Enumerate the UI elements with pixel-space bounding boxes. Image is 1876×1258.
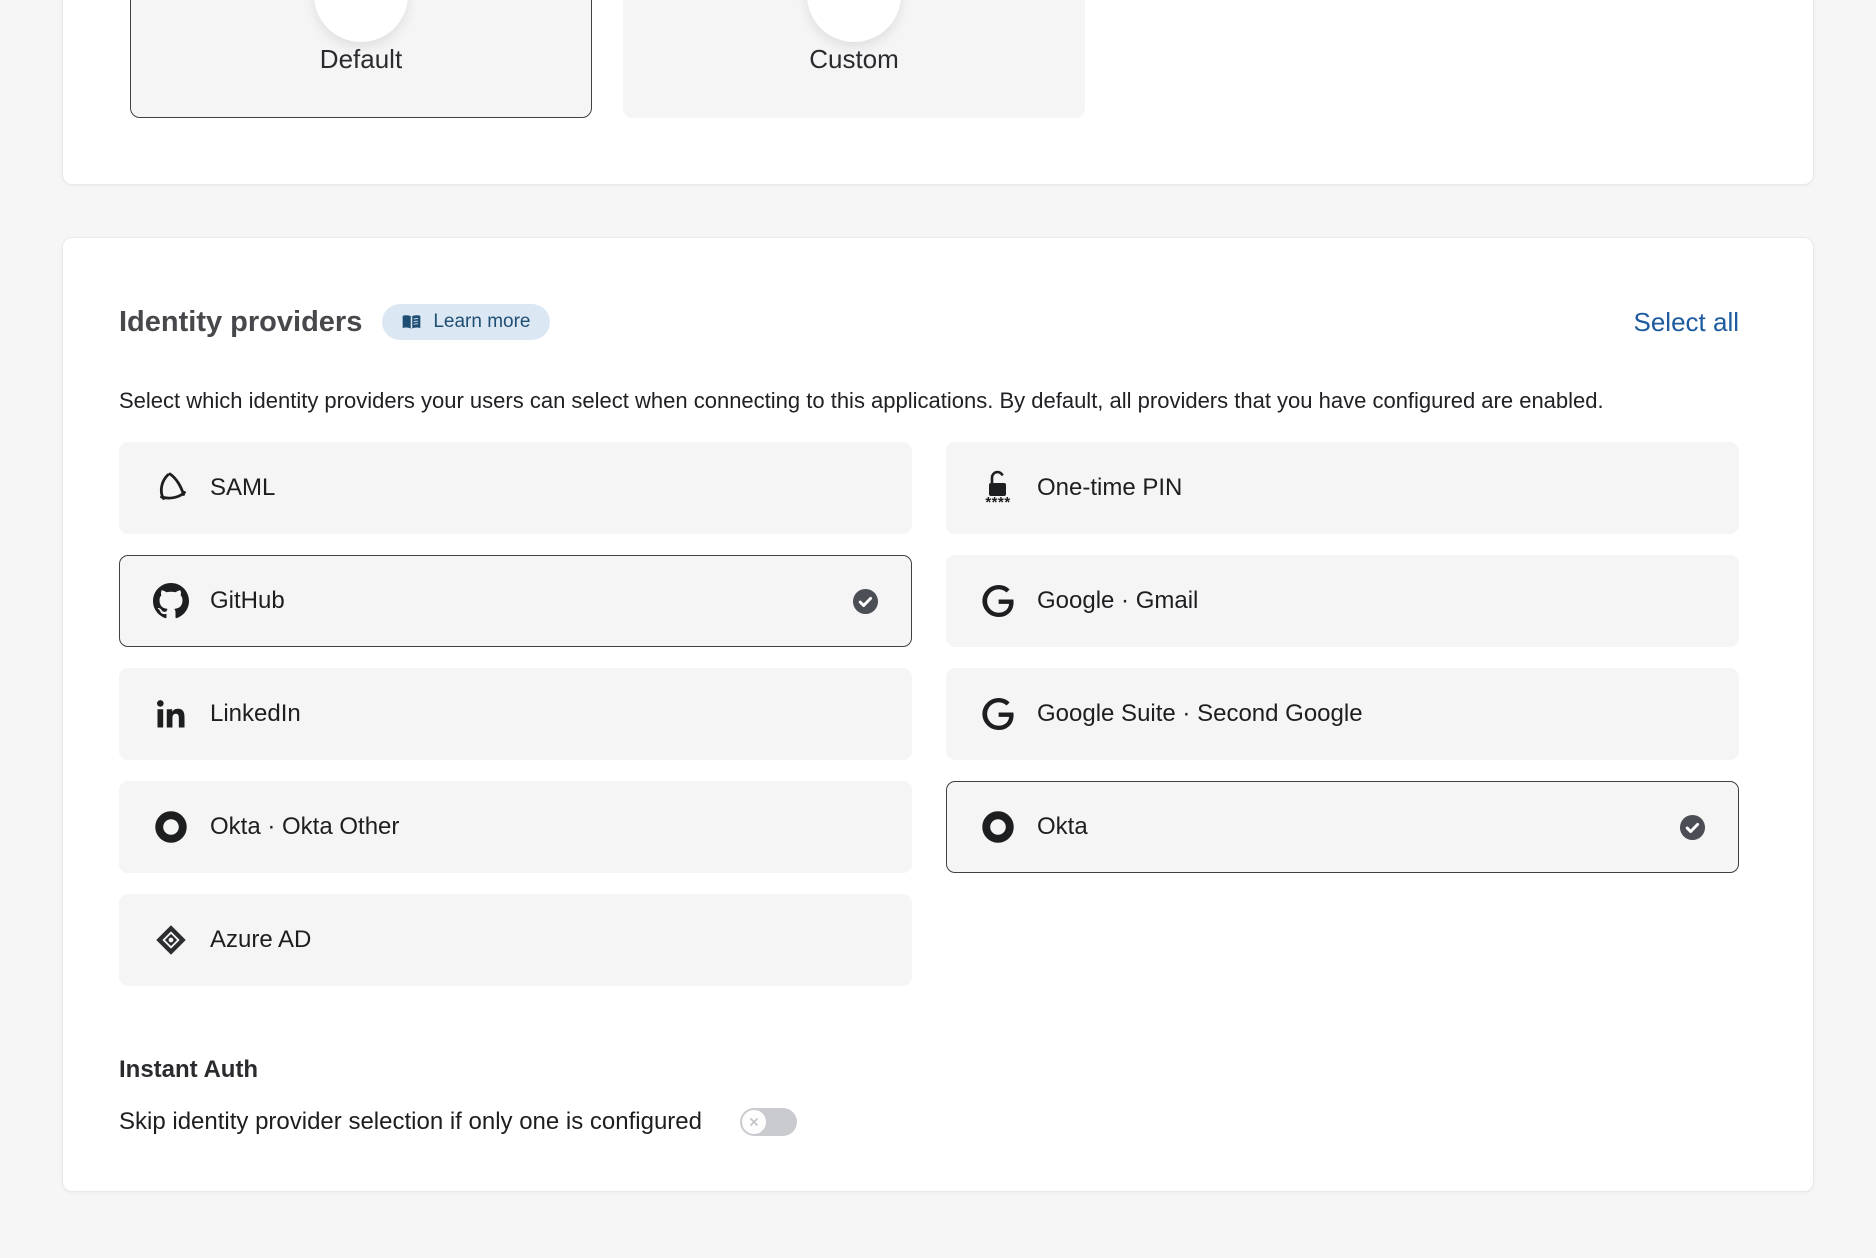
provider-label: GitHub [210,587,285,615]
providers-grid: SAML **** One-time PIN GitHub Google · G… [119,442,1739,986]
toggle-knob [742,1110,766,1134]
book-icon [401,312,422,333]
type-card-label: Default [320,44,402,75]
provider-label: One-time PIN [1037,474,1182,502]
toggle-x-icon [748,1116,760,1128]
provider-card-saml[interactable]: SAML [119,442,912,534]
provider-label: LinkedIn [210,700,301,728]
provider-label: SAML [210,474,275,502]
provider-card-one-time-pin[interactable]: **** One-time PIN [946,442,1739,534]
identity-providers-header: Identity providers Learn more Select all [119,302,1739,342]
instant-auth-toggle[interactable] [740,1108,797,1136]
okta-icon [979,810,1017,844]
linkedin-icon [152,698,190,730]
app-type-panel: Default Custom [62,0,1814,185]
svg-text:****: **** [985,494,1010,508]
section-title: Identity providers [119,302,362,342]
type-illustration-circle [807,0,901,42]
provider-card-github[interactable]: GitHub [119,555,912,647]
instant-auth-row: Skip identity provider selection if only… [119,1108,1739,1136]
provider-card-google-suite-second-google[interactable]: Google Suite · Second Google [946,668,1739,760]
instant-auth-title: Instant Auth [119,1056,1739,1084]
provider-card-okta[interactable]: Okta [946,781,1739,873]
provider-card-linkedin[interactable]: LinkedIn [119,668,912,760]
providers-description: Select which identity providers your use… [119,388,1739,414]
provider-label: Google Suite · Second Google [1037,700,1363,728]
instant-auth-label: Skip identity provider selection if only… [119,1108,702,1136]
learn-more-label: Learn more [433,311,530,333]
type-card-label: Custom [809,44,899,75]
app-type-card-default[interactable]: Default [130,0,592,118]
one-time-pin-icon: **** [979,468,1017,508]
selected-check-icon [1679,814,1706,841]
provider-label: Okta · Okta Other [210,813,399,841]
provider-card-okta-okta-other[interactable]: Okta · Okta Other [119,781,912,873]
type-illustration-circle [314,0,408,42]
saml-icon [152,470,190,506]
provider-label: Google · Gmail [1037,587,1198,615]
google-icon [979,585,1017,617]
identity-providers-panel: Identity providers Learn more Select all… [62,237,1814,1192]
learn-more-badge[interactable]: Learn more [382,304,549,340]
select-all-link[interactable]: Select all [1634,307,1740,338]
selected-check-icon [852,588,879,615]
provider-card-google-gmail[interactable]: Google · Gmail [946,555,1739,647]
provider-label: Okta [1037,813,1088,841]
okta-icon [152,810,190,844]
azure-ad-icon [152,923,190,957]
github-icon [152,583,190,619]
google-icon [979,698,1017,730]
provider-card-azure-ad[interactable]: Azure AD [119,894,912,986]
app-type-card-custom[interactable]: Custom [623,0,1085,118]
provider-label: Azure AD [210,926,311,954]
